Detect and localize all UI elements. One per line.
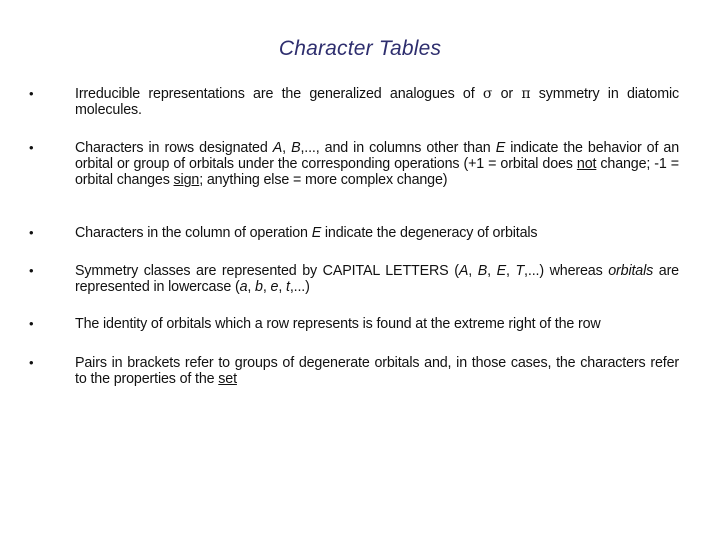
italic-symbol-text: E	[496, 263, 507, 279]
text-segment: ,...) whereas	[524, 263, 609, 279]
bullet-item: • Characters in rows designated A, B,...…	[29, 140, 679, 189]
text-segment: ,	[487, 263, 497, 279]
bullet-dot-icon: •	[29, 355, 34, 370]
text-segment: or	[492, 86, 522, 102]
bullet-item: • Pairs in brackets refer to groups of d…	[29, 355, 679, 387]
bullet-text: Pairs in brackets refer to groups of deg…	[75, 355, 679, 387]
emphasized-text: set	[218, 371, 237, 388]
italic-symbol-text: A	[272, 140, 283, 156]
text-segment: ,	[278, 279, 286, 296]
text-segment: The identity of orbitals which a row rep…	[75, 316, 601, 332]
bullet-dot-icon: •	[29, 86, 34, 101]
emphasized-text: not	[576, 156, 597, 173]
italic-symbol-text: b	[255, 279, 263, 296]
slide-title: Character Tables	[278, 37, 442, 60]
italic-symbol-text: A	[458, 263, 469, 279]
text-segment: ; anything else = more complex change)	[199, 172, 448, 189]
bullet-text: Characters in rows designated A, B,..., …	[75, 140, 679, 189]
text-segment: indicate the degeneracy of orbitals	[321, 225, 538, 241]
italic-symbol-text: T	[515, 263, 525, 279]
text-segment: ,..., and in columns other than	[300, 140, 496, 156]
bullet-text: Irreducible representations are the gene…	[75, 86, 679, 118]
text-segment: ,	[468, 263, 478, 279]
text-segment: Pairs in brackets refer to groups of deg…	[75, 355, 679, 388]
text-segment: Irreducible representations are the gene…	[75, 86, 483, 102]
emphasized-text: sign	[173, 172, 200, 189]
bullet-item: • Irreducible representations are the ge…	[29, 86, 679, 118]
text-segment: Characters in the column of operation	[75, 225, 312, 241]
bullet-item: • The identity of orbitals which a row r…	[29, 316, 679, 332]
bullet-dot-icon: •	[29, 316, 34, 331]
bullet-dot-icon: •	[29, 263, 34, 278]
bullet-item: • Characters in the column of operation …	[29, 225, 679, 241]
italic-symbol-text: E	[311, 225, 322, 241]
bullet-text: Symmetry classes are represented by CAPI…	[75, 263, 679, 295]
bullet-dot-icon: •	[29, 225, 34, 240]
text-segment: Characters in rows designated	[75, 140, 273, 156]
bullet-dot-icon: •	[29, 140, 34, 155]
greek-symbol-text: σ	[482, 86, 493, 102]
text-segment: ,	[247, 279, 256, 296]
text-segment: Symmetry classes are represented by CAPI…	[75, 263, 459, 279]
bullet-text: Characters in the column of operation E …	[75, 225, 679, 241]
text-segment: ,...)	[289, 279, 310, 296]
italic-symbol-text: orbitals	[608, 263, 654, 279]
bullet-item: • Symmetry classes are represented by CA…	[29, 263, 679, 295]
text-segment: ,	[262, 279, 271, 296]
italic-symbol-text: E	[495, 140, 506, 156]
bullet-text: The identity of orbitals which a row rep…	[75, 316, 679, 332]
italic-symbol-text: B	[477, 263, 488, 279]
text-segment: ,	[282, 140, 292, 156]
